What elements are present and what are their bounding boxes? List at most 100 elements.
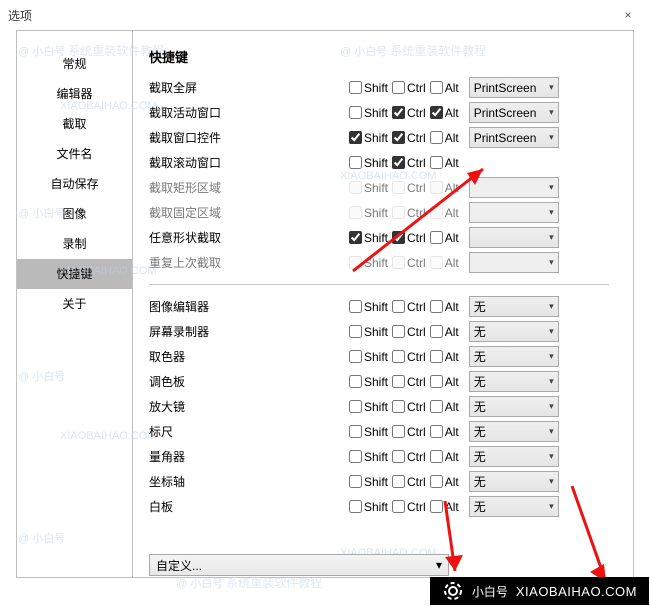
shortcut-row: 截取全屏Shift Ctrl Alt PrintScreen▾	[149, 76, 633, 99]
sidebar-item-3[interactable]: 文件名	[17, 139, 132, 169]
alt-checkbox[interactable]: Alt	[430, 106, 459, 120]
ctrl-checkbox[interactable]: Ctrl	[392, 300, 426, 314]
shift-checkbox[interactable]: Shift	[349, 300, 388, 314]
shortcut-row: 任意形状截取Shift Ctrl Alt ▾	[149, 226, 633, 249]
ctrl-checkbox: Ctrl	[392, 206, 426, 220]
source-badge: 小白号 XIAOBAIHAO.COM	[430, 577, 649, 605]
chevron-down-icon: ▾	[549, 82, 554, 93]
alt-checkbox[interactable]: Alt	[430, 300, 459, 314]
badge-name: 小白号	[472, 583, 508, 600]
sidebar-item-6[interactable]: 录制	[17, 229, 132, 259]
key-select[interactable]: 无▾	[469, 396, 559, 417]
chevron-down-icon: ▾	[549, 401, 554, 412]
ctrl-checkbox: Ctrl	[392, 181, 426, 195]
sidebar-item-7[interactable]: 快捷键	[17, 259, 132, 289]
shortcut-label: 截取固定区域	[149, 204, 349, 221]
sidebar-item-2[interactable]: 截取	[17, 109, 132, 139]
shift-checkbox[interactable]: Shift	[349, 131, 388, 145]
sidebar-item-1[interactable]: 编辑器	[17, 79, 132, 109]
key-select[interactable]: 无▾	[469, 346, 559, 367]
sidebar-item-5[interactable]: 图像	[17, 199, 132, 229]
shortcut-row: 图像编辑器Shift Ctrl Alt 无▾	[149, 295, 633, 318]
key-select[interactable]: 无▾	[469, 321, 559, 342]
ctrl-checkbox[interactable]: Ctrl	[392, 500, 426, 514]
alt-checkbox[interactable]: Alt	[430, 425, 459, 439]
key-select[interactable]: 无▾	[469, 446, 559, 467]
alt-checkbox[interactable]: Alt	[430, 350, 459, 364]
shortcut-label: 截取滚动窗口	[149, 154, 349, 171]
ctrl-checkbox[interactable]: Ctrl	[392, 350, 426, 364]
shift-checkbox[interactable]: Shift	[349, 350, 388, 364]
alt-checkbox[interactable]: Alt	[430, 400, 459, 414]
ctrl-checkbox[interactable]: Ctrl	[392, 425, 426, 439]
key-select[interactable]: 无▾	[469, 496, 559, 517]
alt-checkbox: Alt	[430, 181, 459, 195]
key-select: ▾	[469, 202, 559, 223]
ctrl-checkbox[interactable]: Ctrl	[392, 325, 426, 339]
shortcut-label: 调色板	[149, 373, 349, 390]
alt-checkbox[interactable]: Alt	[430, 156, 459, 170]
alt-checkbox[interactable]: Alt	[430, 231, 459, 245]
alt-checkbox: Alt	[430, 256, 459, 270]
alt-checkbox[interactable]: Alt	[430, 475, 459, 489]
alt-checkbox[interactable]: Alt	[430, 375, 459, 389]
shift-checkbox[interactable]: Shift	[349, 156, 388, 170]
key-select[interactable]: PrintScreen▾	[469, 127, 559, 148]
key-select[interactable]: ▾	[469, 227, 559, 248]
shortcut-label: 截取全屏	[149, 79, 349, 96]
shortcut-row: 屏幕录制器ShiftCtrlAlt无▾	[149, 320, 633, 343]
shift-checkbox[interactable]: Shift	[349, 500, 388, 514]
shift-checkbox[interactable]: Shift	[349, 231, 388, 245]
key-select[interactable]: 无▾	[469, 421, 559, 442]
ctrl-checkbox[interactable]: Ctrl	[392, 475, 426, 489]
shortcut-row: 坐标轴ShiftCtrlAlt无▾	[149, 470, 633, 493]
ctrl-checkbox[interactable]: Ctrl	[392, 400, 426, 414]
ctrl-checkbox[interactable]: Ctrl	[392, 81, 426, 95]
alt-checkbox[interactable]: Alt	[430, 81, 459, 95]
key-select[interactable]: 无▾	[469, 296, 559, 317]
key-select[interactable]: 无▾	[469, 471, 559, 492]
ctrl-checkbox[interactable]: Ctrl	[392, 156, 426, 170]
pane-heading: 快捷键	[149, 47, 633, 66]
ctrl-checkbox[interactable]: Ctrl	[392, 106, 426, 120]
close-icon: ×	[624, 8, 631, 22]
alt-checkbox[interactable]: Alt	[430, 325, 459, 339]
shift-checkbox[interactable]: Shift	[349, 106, 388, 120]
shift-checkbox[interactable]: Shift	[349, 400, 388, 414]
badge-domain: XIAOBAIHAO.COM	[516, 584, 637, 599]
shift-checkbox[interactable]: Shift	[349, 425, 388, 439]
sidebar-item-4[interactable]: 自动保存	[17, 169, 132, 199]
alt-checkbox[interactable]: Alt	[430, 450, 459, 464]
shift-checkbox[interactable]: Shift	[349, 325, 388, 339]
alt-checkbox[interactable]: Alt	[430, 500, 459, 514]
ctrl-checkbox[interactable]: Ctrl	[392, 231, 426, 245]
sidebar-item-8[interactable]: 关于	[17, 289, 132, 319]
key-select[interactable]: 无▾	[469, 371, 559, 392]
shortcut-label: 任意形状截取	[149, 229, 349, 246]
chevron-down-icon: ▾	[549, 107, 554, 118]
sidebar-item-0[interactable]: 常规	[17, 49, 132, 79]
key-select[interactable]: PrintScreen▾	[469, 77, 559, 98]
ctrl-checkbox[interactable]: Ctrl	[392, 131, 426, 145]
ctrl-checkbox: Ctrl	[392, 256, 426, 270]
ctrl-checkbox[interactable]: Ctrl	[392, 450, 426, 464]
shift-checkbox[interactable]: Shift	[349, 81, 388, 95]
logo-icon	[442, 580, 464, 602]
custom-select[interactable]: 自定义... ▾	[149, 554, 449, 576]
chevron-down-icon: ▾	[549, 326, 554, 337]
titlebar: 选项 ×	[0, 0, 650, 30]
shift-checkbox[interactable]: Shift	[349, 450, 388, 464]
alt-checkbox[interactable]: Alt	[430, 131, 459, 145]
ctrl-checkbox[interactable]: Ctrl	[392, 375, 426, 389]
shortcut-row: 放大镜ShiftCtrlAlt无▾	[149, 395, 633, 418]
close-button[interactable]: ×	[614, 1, 642, 29]
shift-checkbox: Shift	[349, 206, 388, 220]
shortcut-row: 截取固定区域ShiftCtrlAlt▾	[149, 201, 633, 224]
key-select[interactable]: PrintScreen▾	[469, 102, 559, 123]
shortcut-row: 重复上次截取ShiftCtrlAlt▾	[149, 251, 633, 274]
chevron-down-icon: ▾	[549, 207, 554, 218]
shift-checkbox[interactable]: Shift	[349, 475, 388, 489]
shortcut-label: 图像编辑器	[149, 298, 349, 315]
shift-checkbox[interactable]: Shift	[349, 375, 388, 389]
shortcut-label: 重复上次截取	[149, 254, 349, 271]
